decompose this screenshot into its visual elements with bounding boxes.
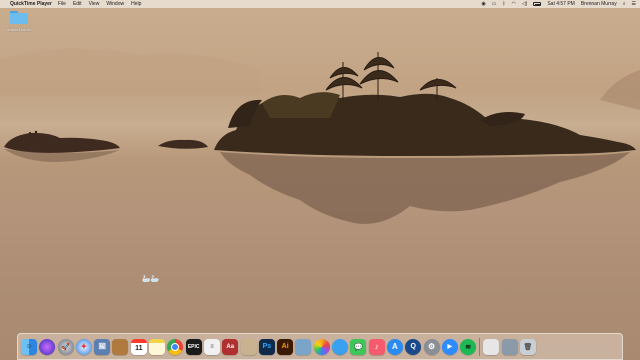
photo-stack-icon[interactable] [501,338,518,355]
app-store-icon[interactable]: A [386,338,403,355]
battery-icon[interactable] [533,2,542,6]
zoom-icon[interactable]: ▶ [441,338,458,355]
finder-icon[interactable]: ☺ [21,338,37,355]
siri-icon[interactable] [39,338,56,355]
menu-app-name[interactable]: QuickTime Player [10,1,52,7]
messages-blue-icon[interactable] [332,338,349,355]
folder-label: untitled folder [6,27,31,32]
folder-icon[interactable] [10,11,28,24]
trash-icon[interactable]: 🗑 [519,338,536,355]
notes-icon[interactable] [149,338,166,355]
spotify-icon[interactable]: ≋ [460,338,477,355]
bluetooth-icon[interactable]: ᛒ [502,1,505,7]
dictionary-icon[interactable]: Aa [222,338,239,355]
volume-icon[interactable]: ◁) [522,1,528,7]
spotlight-icon[interactable]: ⌕ [623,1,626,7]
lake-scene [0,48,640,224]
safari-icon[interactable]: ✦ [75,338,92,355]
calendar-date: 11 [135,344,143,352]
music-icon[interactable]: ♪ [368,338,385,355]
menu-edit[interactable]: Edit [73,1,82,7]
menubar-user[interactable]: Brennan Murray [581,1,617,7]
calendar-icon[interactable]: 11 [130,338,147,355]
document-icon[interactable] [483,338,500,355]
control-menu-icon[interactable]: ☰ [632,1,636,7]
photos-icon[interactable] [313,338,330,355]
notes-brown-icon[interactable] [112,338,129,355]
menu-help[interactable]: Help [131,1,141,7]
screen-record-icon[interactable]: ◉ [481,1,485,7]
launchpad-icon[interactable]: 🚀 [57,338,74,355]
pages-icon[interactable] [240,338,257,355]
photoshop-icon[interactable]: Ps [258,338,275,355]
status-area: ◉ ▭ ᛒ ◠ ◁) Sat 4:57 PM Brennan Murray ⌕ … [481,1,636,7]
menu-window[interactable]: Window [106,1,124,7]
preview-icon[interactable]: 🖼 [94,338,111,355]
menubar-clock[interactable]: Sat 4:57 PM [547,1,575,7]
menu-bar: QuickTime Player File Edit View Window H… [0,0,640,8]
dock-separator [479,337,481,356]
wifi-icon[interactable]: ◠ [511,1,515,7]
menu-view[interactable]: View [89,1,100,7]
illustrator-icon[interactable]: Ai [277,338,294,355]
epic-games-icon[interactable]: EPIC [185,338,202,355]
swan-pair: 🦢🦢 [142,276,160,283]
menu-file[interactable]: File [58,1,66,7]
chrome-icon[interactable] [167,338,184,355]
quicktime-icon[interactable]: Q [405,338,422,355]
dock: ☺ 🚀 ✦ 🖼 11 EPIC ≡ Aa Ps Ai 💬 ♪ A Q ⚙ ▶ ≋… [17,333,623,360]
preview-photos-icon[interactable] [295,338,312,355]
system-preferences-icon[interactable]: ⚙ [423,338,440,355]
textedit-icon[interactable]: ≡ [203,338,220,355]
desktop-wallpaper: 🦢🦢 [0,0,640,360]
desktop-folder[interactable]: untitled folder [5,11,33,32]
airplay-icon[interactable]: ▭ [492,1,497,7]
messages-icon[interactable]: 💬 [350,338,367,355]
